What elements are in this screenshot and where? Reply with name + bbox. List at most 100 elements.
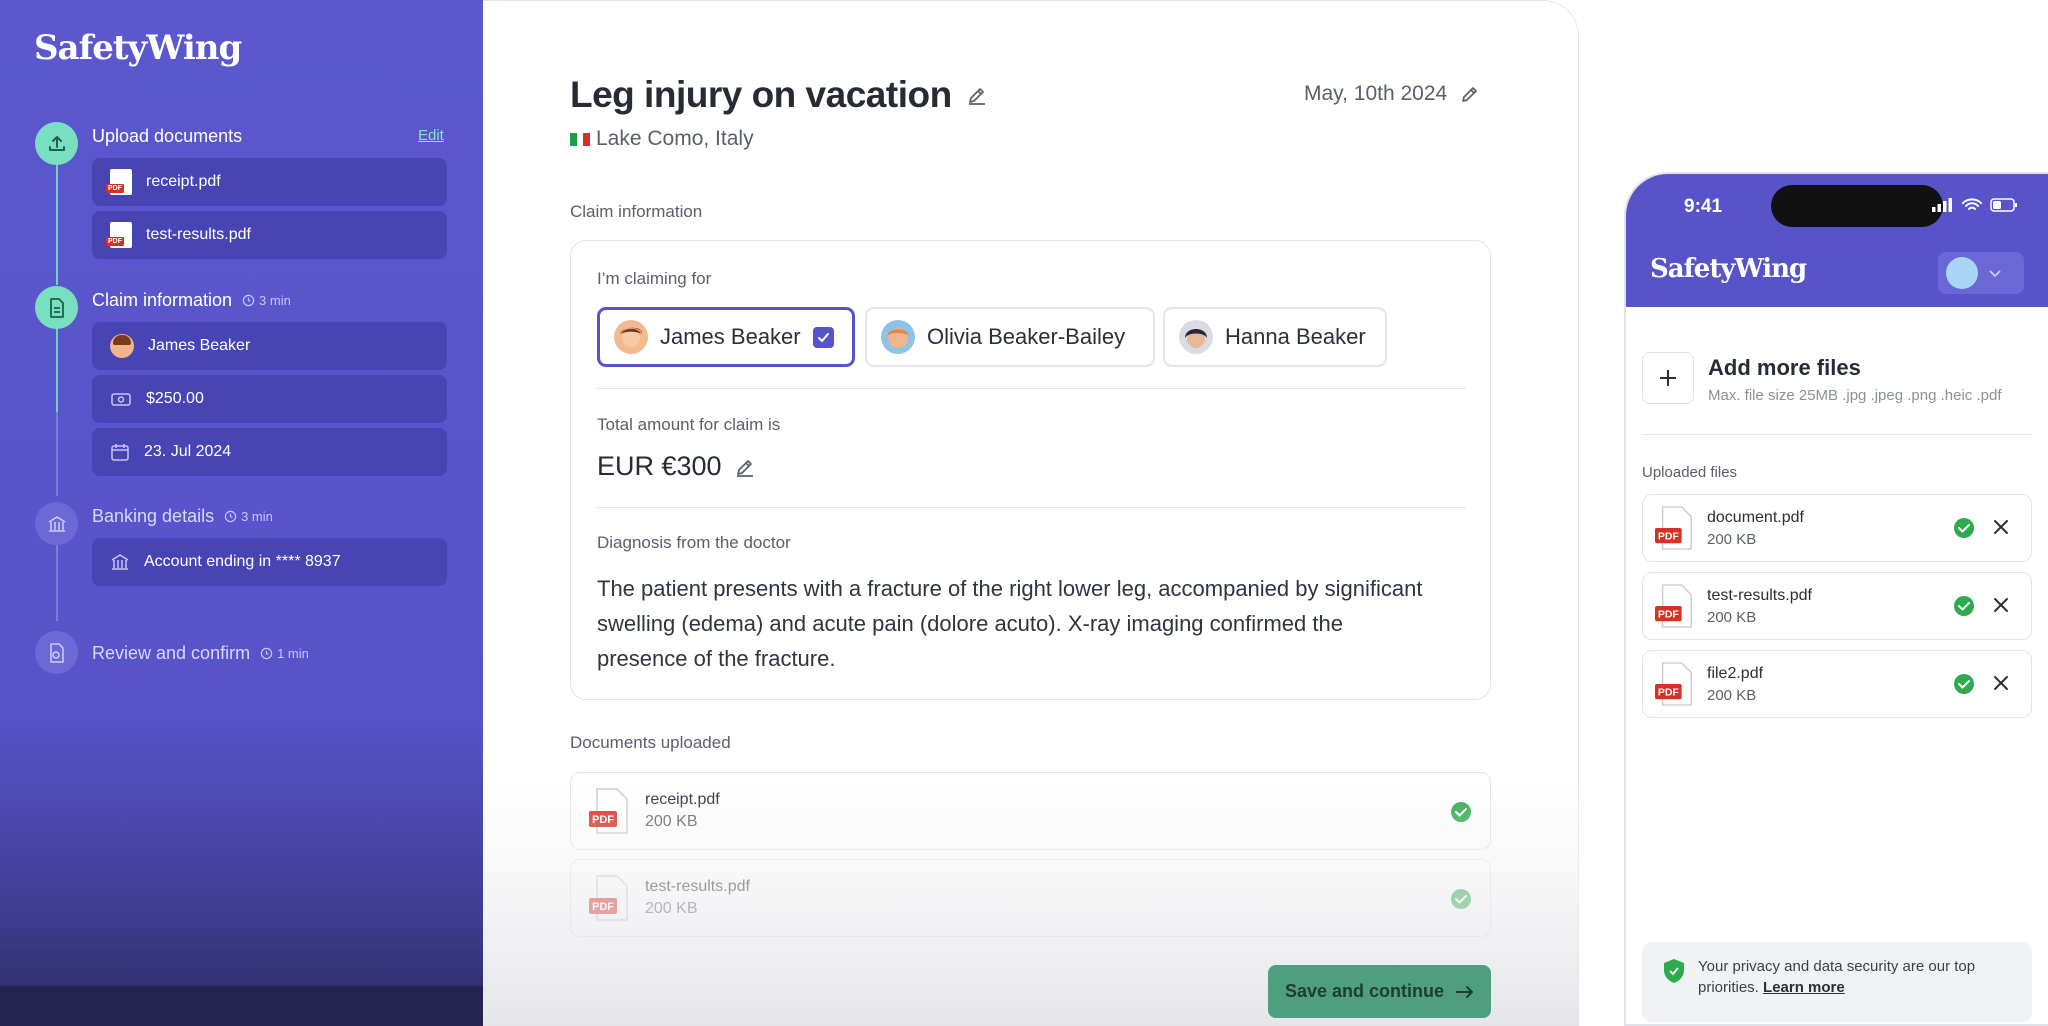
progress-line-2 bbox=[56, 328, 58, 412]
claim-title: Leg injury on vacation bbox=[570, 74, 988, 116]
document-size: 200 KB bbox=[645, 900, 698, 917]
check-circle-icon bbox=[1954, 674, 1974, 694]
pdf-icon: PDF bbox=[1655, 584, 1692, 628]
add-more-files[interactable]: Add more files Max. file size 25MB .jpg … bbox=[1642, 352, 2002, 404]
diagnosis-label: Diagnosis from the doctor bbox=[597, 533, 791, 552]
calendar-icon bbox=[111, 444, 129, 461]
italy-flag-icon bbox=[570, 132, 591, 146]
sidebar-footer bbox=[0, 986, 483, 1026]
sidebar-date[interactable]: 23. Jul 2024 bbox=[92, 428, 447, 476]
uploaded-files-label: Uploaded files bbox=[1642, 464, 1738, 481]
close-icon[interactable] bbox=[1991, 595, 2011, 615]
file-name: receipt.pdf bbox=[146, 173, 221, 190]
uploaded-file-row[interactable]: PDF document.pdf 200 KB bbox=[1642, 494, 2032, 562]
uploaded-file-row[interactable]: PDF test-results.pdf 200 KB bbox=[1642, 572, 2032, 640]
step-upload-documents[interactable]: Upload documents bbox=[92, 126, 242, 147]
person-chip-olivia[interactable]: Olivia Beaker-Bailey bbox=[865, 307, 1155, 367]
avatar bbox=[881, 320, 915, 354]
edit-date-icon[interactable] bbox=[1459, 83, 1481, 105]
svg-text:PDF: PDF bbox=[592, 901, 614, 913]
close-icon[interactable] bbox=[1991, 517, 2011, 537]
step-claim-information[interactable]: Claim information 3 min bbox=[92, 290, 291, 311]
document-row-receipt[interactable]: PDF receipt.pdf 200 KB bbox=[570, 772, 1491, 850]
privacy-notice: Your privacy and data security are our t… bbox=[1642, 942, 2032, 1022]
check-circle-icon bbox=[1954, 518, 1974, 538]
diagnosis-text: The patient presents with a fracture of … bbox=[597, 576, 1423, 671]
save-label: Save and continue bbox=[1284, 981, 1445, 1001]
claim-date: May, 10th 2024 bbox=[1304, 82, 1481, 106]
chevron-down-icon bbox=[1989, 270, 2001, 278]
avatar bbox=[1946, 257, 1978, 289]
person-chip-james[interactable]: James Beaker bbox=[597, 307, 855, 367]
uploaded-file-row[interactable]: PDF file2.pdf 200 KB bbox=[1642, 650, 2032, 718]
divider bbox=[597, 388, 1466, 389]
step-title: Claim information bbox=[92, 290, 233, 310]
svg-text:PDF: PDF bbox=[1658, 531, 1680, 542]
pdf-icon: PDF bbox=[589, 875, 628, 921]
pdf-icon bbox=[106, 222, 132, 248]
claim-info-box: I’m claiming for James Beaker Olivia Bea… bbox=[570, 240, 1491, 700]
close-icon[interactable] bbox=[1991, 673, 2011, 693]
money-icon bbox=[111, 393, 131, 406]
clock-icon bbox=[224, 510, 237, 523]
step-title: Banking details bbox=[92, 506, 215, 526]
location-text: Lake Como, Italy bbox=[596, 127, 754, 150]
safetywing-logo[interactable]: SafetyWing bbox=[1650, 254, 1807, 284]
arrow-right-icon bbox=[1456, 985, 1474, 998]
person-chip-hanna[interactable]: Hanna Beaker bbox=[1163, 307, 1387, 367]
person-name: Olivia Beaker-Bailey bbox=[927, 324, 1126, 349]
step-duration: 3 min bbox=[242, 293, 291, 308]
learn-more-link[interactable]: Learn more bbox=[1763, 979, 1845, 996]
file-name: file2.pdf bbox=[1707, 665, 1764, 682]
progress-line-1 bbox=[56, 157, 58, 285]
amount-value: EUR €300 bbox=[597, 451, 722, 481]
date-value: 23. Jul 2024 bbox=[144, 443, 232, 460]
edit-link[interactable]: Edit bbox=[418, 127, 444, 144]
status-time: 9:41 bbox=[1684, 196, 1723, 217]
pdf-icon: PDF bbox=[589, 788, 628, 834]
safetywing-logo[interactable]: SafetyWing bbox=[34, 28, 242, 68]
edit-amount-icon[interactable] bbox=[734, 456, 756, 478]
avatar bbox=[1179, 320, 1213, 354]
step-review-and-confirm[interactable]: Review and confirm 1 min bbox=[92, 643, 309, 664]
upload-icon bbox=[35, 122, 78, 165]
date-text: May, 10th 2024 bbox=[1304, 82, 1448, 105]
avatar bbox=[614, 320, 648, 354]
step-duration: 1 min bbox=[260, 646, 309, 661]
claim-location: Lake Como, Italy bbox=[570, 127, 754, 151]
step-title: Upload documents bbox=[92, 126, 243, 146]
status-icons bbox=[1932, 198, 2018, 212]
sidebar-file-test-results[interactable]: test-results.pdf bbox=[92, 211, 447, 259]
person-name: Hanna Beaker bbox=[1225, 324, 1366, 349]
signal-icon bbox=[1932, 198, 1952, 212]
person-name: James Beaker bbox=[660, 324, 801, 349]
account-value: Account ending in **** 8937 bbox=[144, 553, 341, 570]
claim-title-text: Leg injury on vacation bbox=[570, 74, 952, 115]
user-menu[interactable] bbox=[1938, 252, 2024, 294]
pdf-icon bbox=[106, 169, 132, 195]
phone-header: 9:41 SafetyWing bbox=[1626, 174, 2048, 307]
sidebar-file-receipt[interactable]: receipt.pdf bbox=[92, 158, 447, 206]
amount-label: Total amount for claim is bbox=[597, 415, 781, 434]
document-size: 200 KB bbox=[645, 813, 698, 830]
svg-text:PDF: PDF bbox=[1658, 609, 1680, 620]
document-name: receipt.pdf bbox=[645, 791, 720, 808]
file-name: test-results.pdf bbox=[1707, 587, 1812, 604]
sidebar-amount[interactable]: $250.00 bbox=[92, 375, 447, 423]
checkbox-checked-icon[interactable] bbox=[812, 326, 834, 348]
claiming-for-label: I’m claiming for bbox=[597, 269, 712, 288]
svg-text:PDF: PDF bbox=[592, 814, 614, 826]
claimant-name: James Beaker bbox=[148, 337, 251, 354]
save-and-continue-button[interactable]: Save and continue bbox=[1268, 965, 1491, 1018]
progress-line-4 bbox=[56, 545, 58, 621]
shield-icon bbox=[1664, 959, 1684, 983]
edit-title-icon[interactable] bbox=[966, 84, 988, 106]
document-row-test-results[interactable]: PDF test-results.pdf 200 KB bbox=[570, 859, 1491, 937]
check-circle-icon bbox=[1451, 889, 1471, 909]
add-files-hint: Max. file size 25MB .jpg .jpeg .png .hei… bbox=[1708, 387, 2002, 404]
step-title: Review and confirm bbox=[92, 643, 251, 663]
sidebar-claimant[interactable]: James Beaker bbox=[92, 322, 447, 370]
plus-icon[interactable] bbox=[1642, 352, 1694, 404]
step-banking-details[interactable]: Banking details 3 min bbox=[92, 506, 273, 527]
sidebar-bank-account[interactable]: Account ending in **** 8937 bbox=[92, 538, 447, 586]
